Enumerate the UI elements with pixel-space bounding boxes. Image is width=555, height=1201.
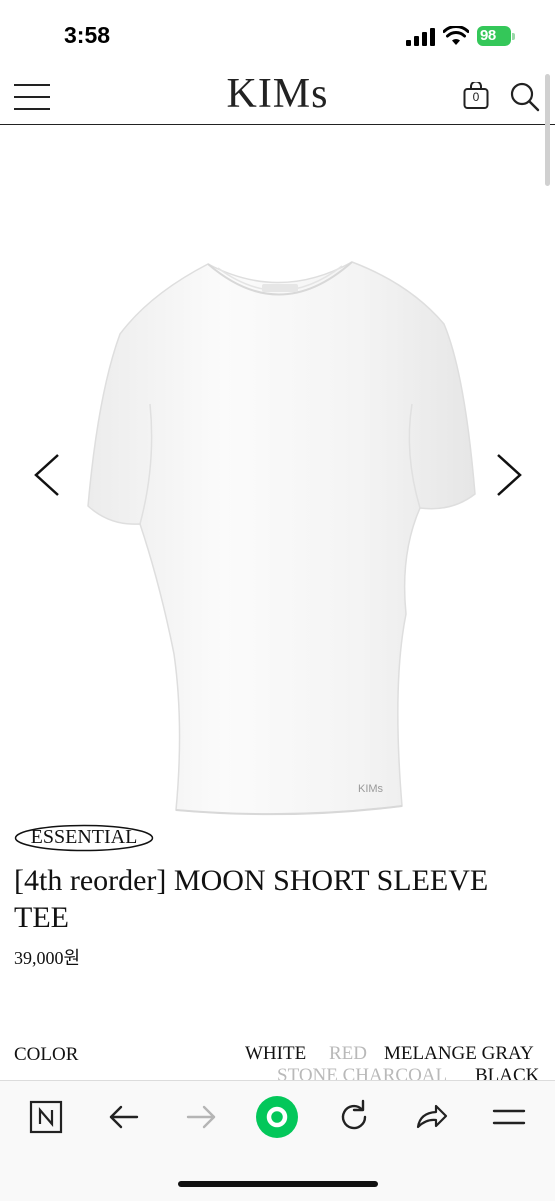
badge-label: ESSENTIAL (30, 826, 138, 848)
back-arrow-icon[interactable] (101, 1094, 147, 1140)
status-time: 3:58 (64, 22, 111, 48)
menu-icon[interactable] (486, 1094, 532, 1140)
forward-arrow-icon[interactable] (178, 1094, 224, 1140)
garment-logo-print: KIMs (358, 783, 384, 795)
color-option-label: COLOR (14, 1044, 79, 1065)
site-header: KIMs 0 (0, 70, 555, 125)
refresh-icon[interactable] (331, 1094, 377, 1140)
naver-icon[interactable] (23, 1094, 69, 1140)
battery-icon: 98 (477, 26, 515, 46)
product-price: 39,000원 (14, 948, 81, 968)
cellular-signal-icon (406, 28, 435, 46)
search-icon[interactable] (510, 82, 540, 112)
product-image: KIMs (87, 261, 476, 816)
color-option-red[interactable]: RED (329, 1043, 367, 1065)
color-option-white[interactable]: WHITE (245, 1043, 306, 1065)
cart-count: 0 (472, 90, 480, 104)
color-option-melange-gray[interactable]: MELANGE GRAY (384, 1043, 534, 1065)
next-image-arrow-icon[interactable] (488, 452, 528, 498)
share-icon[interactable] (408, 1094, 454, 1140)
status-bar: 3:58 98 (0, 0, 555, 70)
home-circle-icon[interactable] (254, 1094, 300, 1140)
product-title: [4th reorder] MOON SHORT SLEEVE TEE (14, 864, 489, 934)
shopping-bag-button[interactable]: 0 (463, 80, 489, 110)
essential-badge: ESSENTIAL (14, 824, 154, 852)
wifi-icon (443, 26, 469, 45)
battery-level: 98 (480, 27, 496, 44)
home-indicator[interactable] (178, 1181, 378, 1187)
previous-image-arrow-icon[interactable] (28, 452, 68, 498)
product-image-gallery: KIMs (0, 126, 555, 826)
